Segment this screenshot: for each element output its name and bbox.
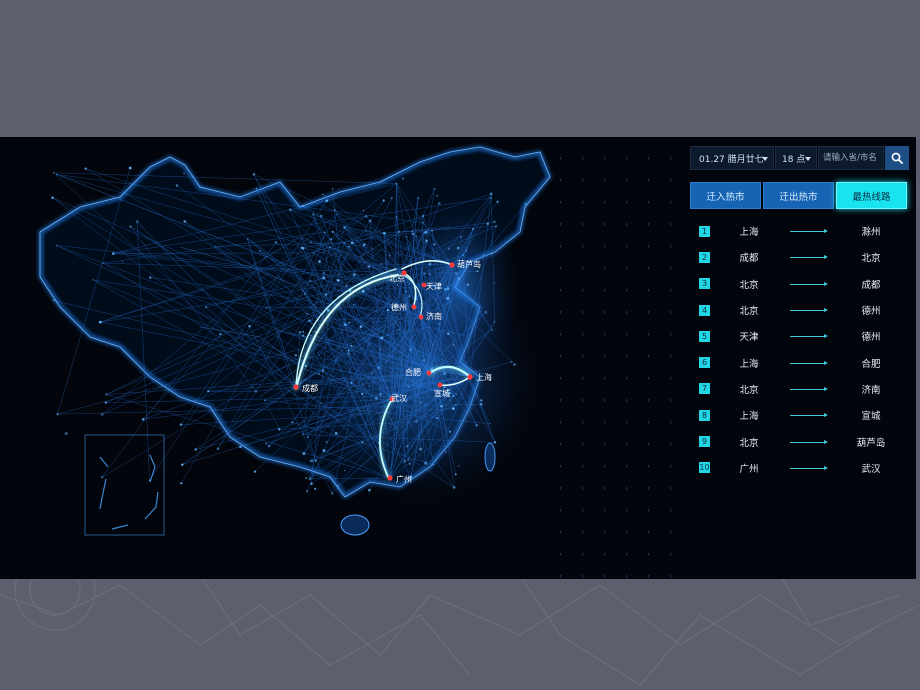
- marker-jinan: [418, 314, 424, 320]
- route-origin: 天津: [739, 332, 759, 344]
- route-origin: 广州: [739, 463, 759, 475]
- route-destination: 葫芦岛: [856, 437, 886, 449]
- city-label-huludao: 葫芦岛: [457, 260, 481, 269]
- route-destination: 合肥: [861, 358, 881, 370]
- route-destination: 滁州: [861, 227, 881, 239]
- south-china-sea-inset: [84, 434, 165, 536]
- list-item[interactable]: 7 北京 济南: [690, 376, 910, 402]
- city-label-jinan: 济南: [426, 312, 442, 321]
- route-destination: 济南: [861, 384, 881, 396]
- arrow-right-icon: [790, 280, 828, 288]
- route-origin: 北京: [739, 306, 759, 318]
- list-item[interactable]: 6 上海 合肥: [690, 349, 910, 375]
- list-item[interactable]: 8 上海 宣城: [690, 402, 910, 428]
- chevron-down-icon: [762, 157, 768, 161]
- routes-panel: 01.27 腊月廿七 18 点 迁入热市 迁出热市: [690, 146, 910, 481]
- search-button[interactable]: [885, 146, 909, 170]
- search-icon: [891, 152, 903, 164]
- route-destination: 成都: [861, 279, 881, 291]
- city-label-hefei: 合肥: [405, 368, 421, 377]
- marker-huludao: [449, 262, 455, 268]
- tab-label: 迁出热市: [779, 191, 818, 203]
- arrow-right-icon: [790, 438, 828, 446]
- city-label-dezhou: 德州: [391, 303, 407, 312]
- city-label-chengdu: 成都: [302, 384, 318, 393]
- list-item[interactable]: 3 北京 成都: [690, 271, 910, 297]
- tab-inbound-hot-cities[interactable]: 迁入热市: [690, 182, 761, 209]
- list-item[interactable]: 5 天津 德州: [690, 323, 910, 349]
- marker-xuancheng: [437, 382, 443, 388]
- city-label-wuhan: 武汉: [391, 394, 407, 403]
- list-item[interactable]: 9 北京 葫芦岛: [690, 428, 910, 454]
- rank-badge: 9: [699, 436, 710, 448]
- search-controls: 01.27 腊月廿七 18 点: [690, 146, 910, 170]
- rank-badge: 3: [699, 278, 710, 290]
- arrow-right-icon: [790, 306, 828, 314]
- marker-hefei: [426, 370, 432, 376]
- migration-map-screen: 葫芦岛 北京 天津 德州 济南 成都 合肥 上海 武汉 宣城 广州 01.27 …: [0, 137, 916, 579]
- list-item[interactable]: 1 上海 滁州: [690, 218, 910, 244]
- date-select[interactable]: 01.27 腊月廿七: [690, 146, 774, 170]
- rank-badge: 7: [699, 383, 710, 395]
- city-label-tianjin: 天津: [426, 282, 442, 291]
- route-origin: 北京: [739, 384, 759, 396]
- rank-badge: 10: [699, 462, 710, 474]
- date-select-label: 01.27 腊月廿七: [699, 154, 764, 165]
- tab-label: 最热线路: [852, 191, 891, 203]
- city-label-xuancheng: 宣城: [434, 389, 450, 398]
- route-origin: 成都: [739, 253, 759, 265]
- rank-badge: 1: [699, 225, 710, 237]
- route-destination: 北京: [861, 253, 881, 265]
- list-item[interactable]: 2 成都 北京: [690, 244, 910, 270]
- arrow-right-icon: [790, 411, 828, 419]
- list-item[interactable]: 4 北京 德州: [690, 297, 910, 323]
- hour-select-label: 18 点: [782, 154, 806, 165]
- rank-badge: 6: [699, 357, 710, 369]
- arrow-right-icon: [790, 253, 828, 261]
- arrow-right-icon: [790, 227, 828, 235]
- rank-badge: 2: [699, 251, 710, 263]
- route-origin: 北京: [739, 437, 759, 449]
- rank-badge: 4: [699, 304, 710, 316]
- city-label-shanghai: 上海: [476, 373, 492, 382]
- route-origin: 上海: [739, 411, 759, 423]
- marker-shanghai: [467, 374, 473, 380]
- tab-label: 迁入热市: [706, 191, 745, 203]
- hour-select[interactable]: 18 点: [775, 146, 817, 170]
- hainan-island: [340, 514, 370, 536]
- rank-badge: 5: [699, 330, 710, 342]
- city-label-beijing: 北京: [389, 274, 405, 283]
- route-destination: 德州: [861, 332, 881, 344]
- tab-hottest-routes[interactable]: 最热线路: [836, 182, 907, 209]
- route-destination: 德州: [861, 306, 881, 318]
- route-origin: 上海: [739, 227, 759, 239]
- chevron-down-icon: [805, 157, 811, 161]
- tab-bar: 迁入热市 迁出热市 最热线路: [690, 182, 910, 209]
- marker-chengdu: [293, 384, 299, 390]
- city-search-input[interactable]: [818, 146, 884, 170]
- arrow-right-icon: [790, 385, 828, 393]
- list-item[interactable]: 10 广州 武汉: [690, 455, 910, 481]
- marker-guangzhou: [387, 475, 393, 481]
- route-destination: 武汉: [861, 463, 881, 475]
- background-decoration: [0, 575, 920, 686]
- arrow-right-icon: [790, 464, 828, 472]
- city-label-guangzhou: 广州: [396, 475, 412, 484]
- tab-outbound-hot-cities[interactable]: 迁出热市: [763, 182, 834, 209]
- marker-dezhou: [411, 304, 417, 310]
- arrow-right-icon: [790, 359, 828, 367]
- route-destination: 宣城: [861, 411, 881, 423]
- route-origin: 北京: [739, 279, 759, 291]
- route-origin: 上海: [739, 358, 759, 370]
- route-list: 1 上海 滁州 2 成都 北京 3 北京 成都 4 北京 德州 5 天津 德州 …: [690, 218, 910, 481]
- arrow-right-icon: [790, 332, 828, 340]
- rank-badge: 8: [699, 409, 710, 421]
